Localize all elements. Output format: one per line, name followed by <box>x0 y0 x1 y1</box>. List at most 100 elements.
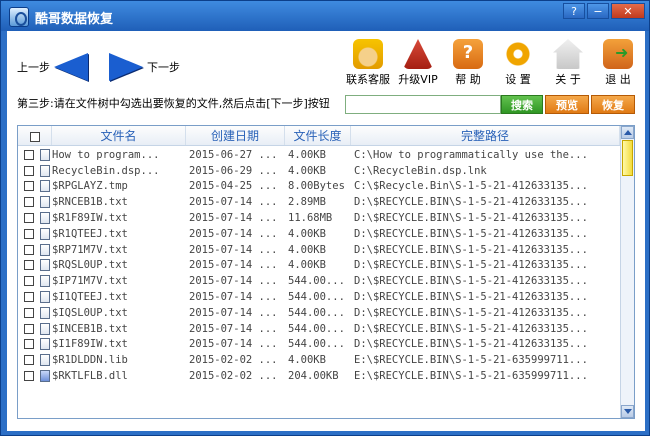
cell-file-size: 4.00KB <box>288 227 326 240</box>
row-checkbox[interactable] <box>23 197 34 208</box>
row-checkbox[interactable] <box>23 165 34 176</box>
upgrade-vip-button[interactable]: 升级VIP <box>393 39 443 87</box>
row-checkbox[interactable] <box>23 276 34 287</box>
cell-file-size: 544.00... <box>288 291 345 304</box>
scroll-down-icon[interactable] <box>621 405 634 418</box>
table-row[interactable]: RecycleBin.dsp... 2015-06-29 ... 4.00KB C:\… <box>18 163 620 179</box>
cell-filename: $I1QTEEJ.txt <box>52 291 128 304</box>
search-input[interactable] <box>345 95 501 114</box>
exit-icon <box>603 39 633 69</box>
arrow-right-icon <box>109 53 143 81</box>
row-checkbox[interactable] <box>23 323 34 334</box>
row-select-cell <box>18 306 52 319</box>
cell-filename: RecycleBin.dsp... <box>52 164 160 177</box>
minimize-button[interactable]: − <box>587 3 609 19</box>
title-bar[interactable]: 酷哥数据恢复 ? − ✕ <box>1 1 649 31</box>
cell-filename: $R1QTEEJ.txt <box>52 227 128 240</box>
table-row[interactable]: $RP71M7V.txt 2015-07-14 ... 4.00KB D:\$RECY… <box>18 242 620 258</box>
recover-button[interactable]: 恢复 <box>591 95 635 114</box>
cell-file-size: 4.00KB <box>288 148 326 161</box>
cell-created-date: 2015-06-29 ... <box>189 164 278 177</box>
vertical-scrollbar[interactable] <box>620 126 634 418</box>
row-checkbox[interactable] <box>23 371 34 382</box>
row-checkbox[interactable] <box>23 260 34 271</box>
cell-filename: $RQSL0UP.txt <box>52 259 128 272</box>
cell-full-path: D:\$RECYCLE.BIN\S-1-5-21-412633135... <box>354 322 588 335</box>
row-checkbox[interactable] <box>23 228 34 239</box>
cell-filename: $RKTLFLB.dll <box>52 370 128 383</box>
table-row[interactable]: $R1DLDDN.lib 2015-02-02 ... 4.00KB E:\$RECY… <box>18 352 620 368</box>
step-instruction: 第三步:请在文件树中勾选出要恢复的文件,然后点击[下一步]按钮 <box>17 97 330 110</box>
table-row[interactable]: $RQSL0UP.txt 2015-07-14 ... 4.00KB D:\$RECY… <box>18 258 620 274</box>
prev-step-button[interactable]: 上一步 <box>17 53 88 81</box>
table-header: 文件名 创建日期 文件长度 完整路径 <box>18 126 620 146</box>
table-row[interactable]: $RKTLFLB.dll 2015-02-02 ... 204.00KB E:\$RE… <box>18 368 620 384</box>
settings-button[interactable]: 设 置 <box>493 39 543 87</box>
file-icon <box>39 275 50 288</box>
file-icon <box>39 243 50 256</box>
table-row[interactable]: $I1QTEEJ.txt 2015-07-14 ... 544.00... D:\$R… <box>18 289 620 305</box>
header-filename[interactable]: 文件名 <box>52 126 186 145</box>
cell-file-size: 544.00... <box>288 338 345 351</box>
select-all-checkbox[interactable] <box>29 131 40 142</box>
row-checkbox[interactable] <box>23 181 34 192</box>
cell-created-date: 2015-07-14 ... <box>189 338 278 351</box>
exit-button[interactable]: 退 出 <box>593 39 643 87</box>
row-checkbox[interactable] <box>23 339 34 350</box>
scroll-thumb[interactable] <box>622 140 633 176</box>
about-button[interactable]: 关 于 <box>543 39 593 87</box>
header-created-date[interactable]: 创建日期 <box>186 126 285 145</box>
close-button[interactable]: ✕ <box>611 3 645 19</box>
cell-full-path: D:\$RECYCLE.BIN\S-1-5-21-412633135... <box>354 306 588 319</box>
help-icon <box>453 39 483 69</box>
header-full-path[interactable]: 完整路径 <box>351 126 620 145</box>
row-select-cell <box>18 243 52 256</box>
row-select-cell <box>18 164 52 177</box>
row-checkbox[interactable] <box>23 307 34 318</box>
table-row[interactable]: How to program... 2015-06-27 ... 4.00KB C:\… <box>18 147 620 163</box>
cell-file-size: 4.00KB <box>288 243 326 256</box>
help-title-button[interactable]: ? <box>563 3 585 19</box>
table-row[interactable]: $RNCEB1B.txt 2015-07-14 ... 2.89MB D:\$RECY… <box>18 194 620 210</box>
scroll-up-icon[interactable] <box>621 126 634 139</box>
cell-created-date: 2015-02-02 ... <box>189 370 278 383</box>
cell-created-date: 2015-07-14 ... <box>189 227 278 240</box>
row-select-cell <box>18 180 52 193</box>
about-label: 关 于 <box>555 73 581 86</box>
file-icon <box>39 370 50 383</box>
table-row[interactable]: $RPGLAYZ.tmp 2015-04-25 ... 8.00Bytes C:\$R… <box>18 179 620 195</box>
file-icon <box>39 259 50 272</box>
file-icon <box>39 148 50 161</box>
row-checkbox[interactable] <box>23 244 34 255</box>
cell-full-path: E:\$RECYCLE.BIN\S-1-5-21-635999711... <box>354 354 588 367</box>
next-step-button[interactable]: 下一步 <box>109 53 180 81</box>
cell-full-path: D:\$RECYCLE.BIN\S-1-5-21-412633135... <box>354 291 588 304</box>
cell-created-date: 2015-07-14 ... <box>189 275 278 288</box>
cell-file-size: 544.00... <box>288 322 345 335</box>
row-checkbox[interactable] <box>23 213 34 224</box>
row-checkbox[interactable] <box>23 149 34 160</box>
table-row[interactable]: $INCEB1B.txt 2015-07-14 ... 544.00... D:\$R… <box>18 321 620 337</box>
upgrade-vip-label: 升级VIP <box>398 73 438 86</box>
table-row[interactable]: $R1F89IW.txt 2015-07-14 ... 11.68MB D:\$REC… <box>18 210 620 226</box>
search-button[interactable]: 搜索 <box>501 95 543 114</box>
file-icon <box>39 196 50 209</box>
row-select-cell <box>18 275 52 288</box>
cell-file-size: 4.00KB <box>288 354 326 367</box>
cell-filename: $RNCEB1B.txt <box>52 196 128 209</box>
table-row[interactable]: $IQSL0UP.txt 2015-07-14 ... 544.00... D:\$R… <box>18 305 620 321</box>
preview-button[interactable]: 预览 <box>545 95 589 114</box>
help-button[interactable]: 帮 助 <box>443 39 493 87</box>
contact-service-button[interactable]: 联系客服 <box>343 39 393 87</box>
table-row[interactable]: $R1QTEEJ.txt 2015-07-14 ... 4.00KB D:\$RECY… <box>18 226 620 242</box>
row-checkbox[interactable] <box>23 355 34 366</box>
cell-filename: $INCEB1B.txt <box>52 322 128 335</box>
header-file-size[interactable]: 文件长度 <box>285 126 351 145</box>
table-row[interactable]: $IP71M7V.txt 2015-07-14 ... 544.00... D:\$R… <box>18 273 620 289</box>
table-row[interactable]: $I1F89IW.txt 2015-07-14 ... 544.00... D:\$R… <box>18 337 620 353</box>
cell-file-size: 204.00KB <box>288 370 339 383</box>
file-icon <box>39 227 50 240</box>
row-select-cell <box>18 259 52 272</box>
row-checkbox[interactable] <box>23 292 34 303</box>
app-window: 酷哥数据恢复 ? − ✕ 上一步 下一步 联系客服 升级VIP ? 帮 助 设 … <box>0 0 650 436</box>
